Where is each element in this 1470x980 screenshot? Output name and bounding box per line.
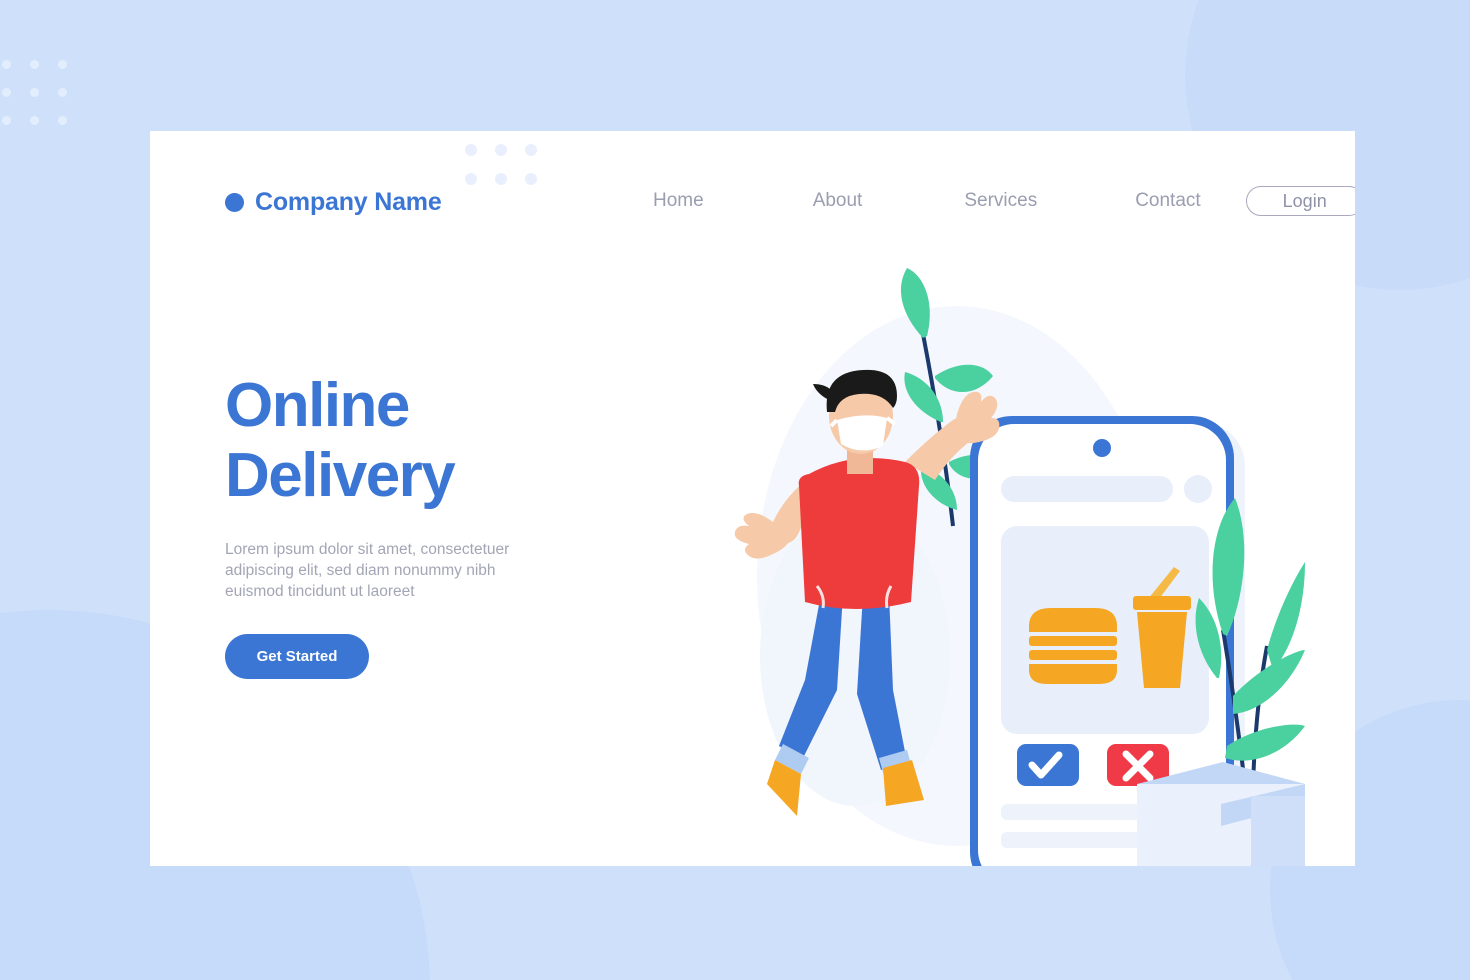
hero-section: Online Delivery Lorem ipsum dolor sit am… bbox=[225, 371, 555, 679]
login-button[interactable]: Login bbox=[1245, 186, 1355, 216]
online-delivery-illustration bbox=[605, 226, 1305, 866]
open-delivery-box bbox=[1137, 762, 1305, 866]
confirm-button bbox=[1017, 744, 1079, 786]
main-navigation: Home About Services Contact Login bbox=[630, 186, 1355, 216]
hero-title-line-1: Online bbox=[225, 371, 410, 440]
nav-item-about[interactable]: About bbox=[813, 190, 863, 212]
camera-dot-icon bbox=[1093, 439, 1111, 457]
nav-item-contact[interactable]: Contact bbox=[1135, 190, 1200, 212]
nav-item-home[interactable]: Home bbox=[653, 190, 704, 212]
burger-icon bbox=[1029, 608, 1117, 684]
get-started-button[interactable]: Get Started bbox=[225, 634, 369, 679]
landing-page-card: Company Name Home About Services Contact… bbox=[150, 131, 1355, 866]
background-dot-grid bbox=[2, 60, 86, 144]
hero-title-line-2: Delivery bbox=[225, 441, 456, 510]
hero-subtitle: Lorem ipsum dolor sit amet, consectetuer… bbox=[225, 541, 510, 600]
nav-item-services[interactable]: Services bbox=[964, 190, 1037, 212]
page-title: Online Delivery bbox=[225, 371, 555, 511]
brand-name: Company Name bbox=[255, 188, 442, 216]
circle-dot-icon bbox=[225, 193, 244, 212]
brand-logo[interactable]: Company Name bbox=[225, 188, 442, 217]
